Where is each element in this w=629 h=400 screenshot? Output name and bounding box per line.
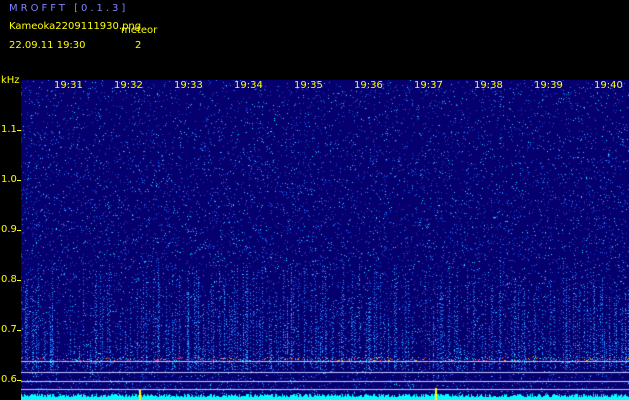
time-tick-label: 19:37 xyxy=(414,80,443,91)
time-tick-label: 19:32 xyxy=(114,80,143,91)
y-tick-label: 0.8 xyxy=(1,274,17,285)
time-tick-label: 19:39 xyxy=(534,80,563,91)
time-tick-label: 19:34 xyxy=(234,80,263,91)
spectrogram-canvas xyxy=(21,80,629,400)
y-tick-label: 0.6 xyxy=(1,374,17,385)
y-tick-label: 0.7 xyxy=(1,324,17,335)
time-tick-label: 19:31 xyxy=(54,80,83,91)
meteor-count: 2 xyxy=(135,40,142,51)
meteor-label: meteor xyxy=(121,25,158,36)
time-tick-label: 19:35 xyxy=(294,80,323,91)
y-tick-label: 1.1 xyxy=(1,124,17,135)
time-tick-label: 19:36 xyxy=(354,80,383,91)
time-tick-label: 19:33 xyxy=(174,80,203,91)
time-tick-label: 19:38 xyxy=(474,80,503,91)
y-axis-unit: kHz xyxy=(1,75,20,86)
y-tick-label: 1.0 xyxy=(1,174,17,185)
date-time: 22.09.11 19:30 xyxy=(9,40,86,51)
app-title: MROFFT [0.1.3] xyxy=(9,3,129,14)
y-tick-label: 0.9 xyxy=(1,224,17,235)
time-tick-label: 19:40 xyxy=(594,80,623,91)
